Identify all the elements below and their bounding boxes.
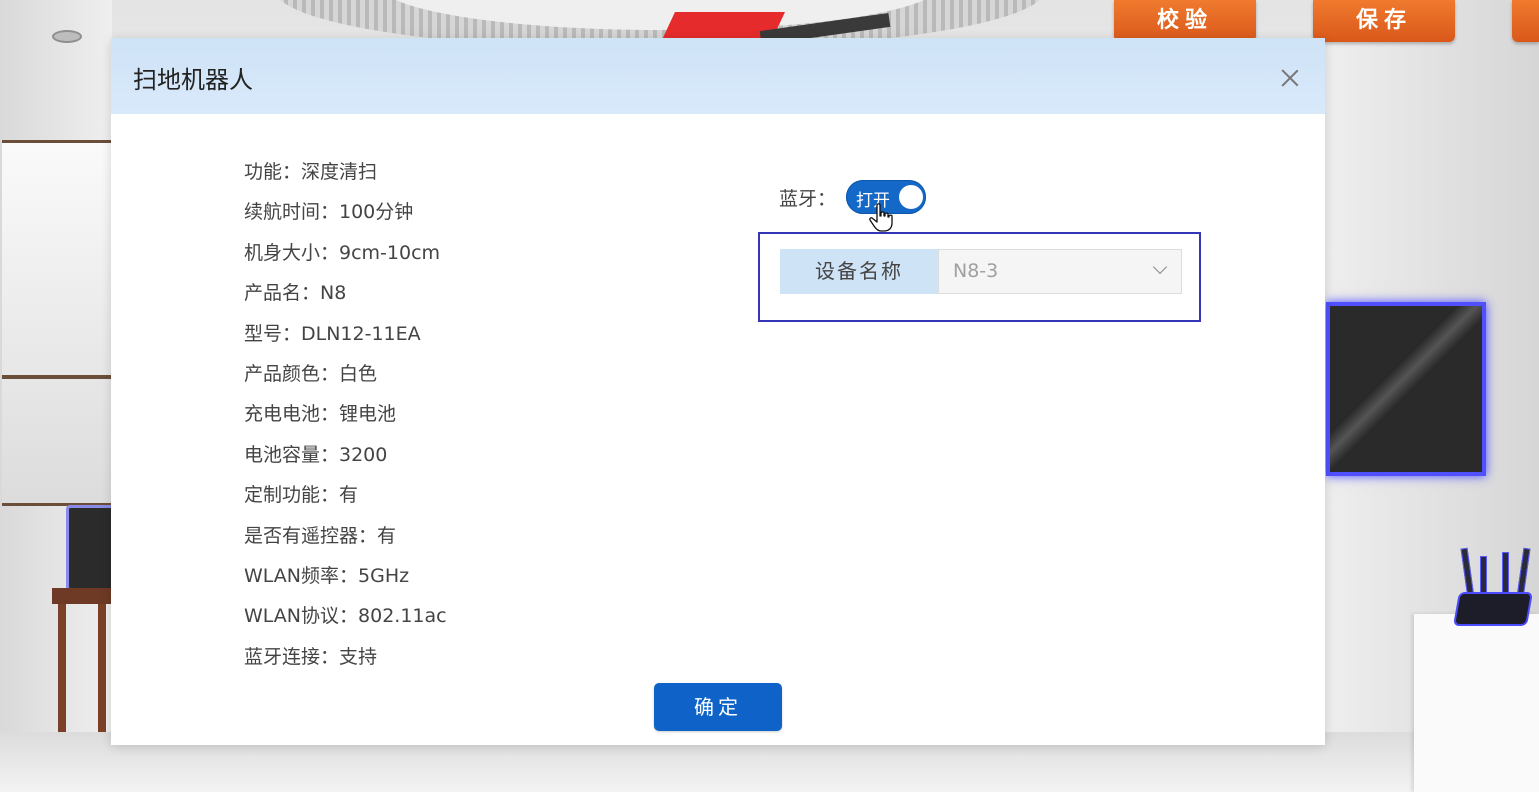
robot-vacuum-dialog: 扫地机器人 功能：深度清扫 续航时间：100分钟 机身大小：9cm-10cm 产… [111, 38, 1325, 745]
laptop-device[interactable] [66, 505, 115, 591]
spec-item: 电池容量：3200 [244, 443, 388, 466]
chevron-down-icon [1152, 259, 1168, 275]
device-name-value: N8-3 [953, 260, 999, 282]
verify-button[interactable]: 校验 [1114, 0, 1256, 42]
spec-item: 功能：深度清扫 [244, 161, 378, 183]
toggle-knob [899, 185, 924, 209]
spec-list: 功能：深度清扫 续航时间：100分钟 机身大小：9cm-10cm 产品名：N8 … [244, 156, 447, 681]
device-name-field-highlight: 设备名称 N8-3 [758, 232, 1201, 322]
pedestal [1414, 614, 1539, 792]
window-frame [2, 375, 112, 379]
tv-device[interactable] [1326, 302, 1486, 476]
hand-cursor-icon [869, 203, 893, 232]
spec-item: 是否有遥控器：有 [244, 524, 397, 547]
spec-item: 产品名：N8 [244, 282, 347, 305]
bluetooth-label: 蓝牙： [779, 187, 837, 210]
spec-item: 产品颜色：白色 [244, 362, 378, 385]
spec-item: 机身大小：9cm-10cm [244, 241, 441, 264]
ceiling-light [52, 30, 82, 43]
spec-item: WLAN协议：802.11ac [244, 605, 447, 628]
spec-item: 定制功能：有 [244, 484, 359, 507]
confirm-button[interactable]: 确定 [654, 683, 782, 731]
router-device[interactable] [1453, 592, 1533, 626]
spec-item: 蓝牙连接：支持 [244, 645, 378, 668]
spec-item: 续航时间：100分钟 [244, 201, 414, 224]
save-button[interactable]: 保存 [1313, 0, 1455, 42]
device-name-select[interactable]: N8-3 [938, 249, 1182, 294]
window [2, 140, 115, 506]
toolbar-button-partial[interactable] [1512, 0, 1539, 42]
dialog-header: 扫地机器人 [111, 38, 1325, 114]
spec-item: 充电电池：锂电池 [244, 403, 397, 426]
bluetooth-row: 蓝牙： 打开 [779, 180, 927, 214]
spec-item: 型号：DLN12-11EA [244, 322, 421, 345]
dialog-title: 扫地机器人 [133, 66, 253, 94]
close-icon[interactable] [1279, 67, 1301, 89]
spec-item: WLAN频率：5GHz [244, 564, 410, 587]
device-name-label: 设备名称 [780, 249, 938, 294]
